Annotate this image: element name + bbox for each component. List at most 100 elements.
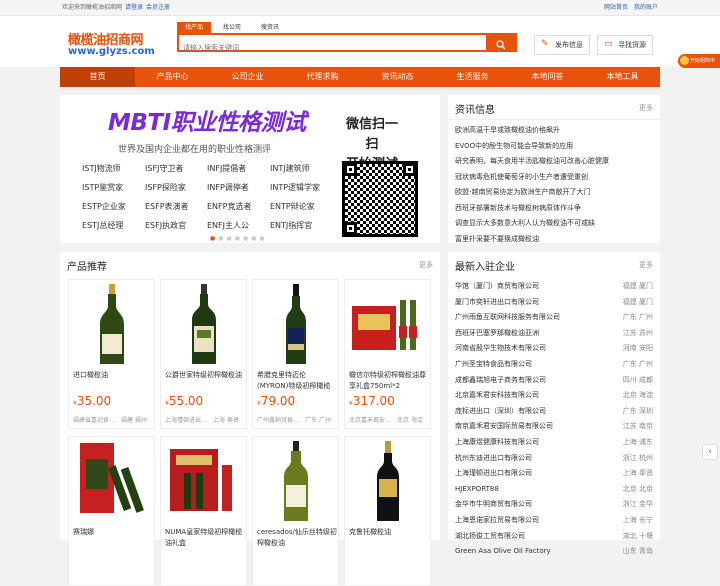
top-bar: 欢迎来到橄榄油招商网 请登录 会员注册 网站首页 我的账户 [0, 0, 720, 16]
mbti-type: ESFP表演者 [145, 202, 189, 211]
nav-qa[interactable]: 本地问答 [510, 67, 585, 87]
search-button[interactable] [486, 35, 515, 50]
news-more-link[interactable]: 更多 [639, 103, 653, 113]
qr-code [342, 161, 418, 237]
product-price: ¥55.00 [165, 394, 204, 408]
product-card[interactable]: 橄信尔特级初榨橄榄油尊享礼盒750ml*2 ¥317.00 北京嘉禾君安… 北京… [344, 279, 431, 429]
company-item[interactable]: Green Asa Olive Oil Factory 山东 青岛 [455, 544, 653, 560]
product-image [345, 282, 430, 368]
news-item[interactable]: 冠状病毒危机使葡萄牙的小生产者遭受重创 [455, 170, 660, 186]
news-item[interactable]: 欧盟-越南贸易协定为欧洲生产商敞开了大门 [455, 185, 660, 201]
company-item[interactable]: 广州雨鱼互联网科技服务有限公司 广东 广州 [455, 310, 653, 326]
products-panel: 产品推荐 更多 进口橄榄油 ¥35.00 福建省嘉记食… 福建 福州 公爵世家特级… [60, 252, 440, 586]
companies-more-link[interactable]: 更多 [639, 260, 653, 270]
search-tab-company[interactable]: 找公司 [215, 22, 249, 33]
home-link[interactable]: 网站首页 [604, 4, 628, 11]
product-image [161, 439, 246, 525]
company-item[interactable]: 北京嘉禾君安科技有限公司 北京 海淀 [455, 388, 653, 404]
products-title: 产品推荐 [67, 262, 107, 273]
site-logo[interactable]: 橄榄油招商网 www.glyzs.com [68, 34, 155, 57]
search-icon [495, 40, 505, 50]
product-image [69, 282, 154, 368]
main-nav: 首页 产品中心 公司企业 代理求购 资讯动态 生活服务 本地问答 本地工具 [60, 67, 660, 87]
search-input[interactable] [179, 40, 479, 56]
product-image [253, 439, 338, 525]
welcome-text: 欢迎来到橄榄油招商网 [62, 4, 123, 11]
float-promo[interactable]: 开始招商中 [678, 54, 720, 68]
company-item[interactable]: 金华市牛明商贸有限公司 浙江 金华 [455, 497, 653, 513]
company-item[interactable]: 西班牙巴塞罗那橄榄油亚洲 江苏 苏州 [455, 326, 653, 342]
product-card[interactable]: 希腊克里特迈伦(MYRON)特级初榨橄榄 ¥79.00 广州鑫纳贸易… 广东 广… [252, 279, 339, 429]
mbti-type: ENFJ主人公 [207, 221, 249, 230]
mbti-type: ESFJ执政官 [145, 221, 187, 230]
edit-icon: ✎ [541, 39, 549, 49]
news-item[interactable]: 西班牙部署新技术与橄榄树病原体作斗争 [455, 201, 660, 217]
company-item[interactable]: 杭州东迪进出口有限公司 浙江 杭州 [455, 451, 653, 467]
banner-title: MBTI职业性格测试 [108, 110, 306, 136]
product-image [69, 439, 154, 525]
mbti-type: ESTP企业家 [82, 202, 126, 211]
company-item[interactable]: 上海康煜健康科技有限公司 上海 浦东 [455, 435, 653, 451]
product-image [161, 282, 246, 368]
nav-agency[interactable]: 代理求购 [285, 67, 360, 87]
product-price: ¥35.00 [73, 394, 112, 408]
side-scroll-button[interactable]: ‹ [702, 444, 718, 460]
product-card[interactable]: 公爵世家特级初榨橄榄油 ¥55.00 上海瑾顿进出… 上海 奉贤 [160, 279, 247, 429]
companies-panel: 最新入驻企业 更多 华馆（厦门）商贸有限公司 福建 厦门 厦门市奕轩进出口有限公司福… [448, 252, 660, 555]
nav-companies[interactable]: 公司企业 [210, 67, 285, 87]
company-item[interactable]: 湖北扬俊工贸有限公司 湖北 十堰 [455, 529, 653, 545]
nav-news[interactable]: 资讯动态 [360, 67, 435, 87]
mbti-type: ENTP辩论家 [270, 202, 315, 211]
company-item[interactable]: 上海恩诺家拉贸易有限公司 上海 长宁 [455, 513, 653, 529]
news-item[interactable]: 富里扑采要不要换成橄榄油 [455, 232, 660, 248]
news-item[interactable]: EVOO中的酚生物可能会导致新的应用 [455, 139, 660, 155]
company-item[interactable]: 华馆（厦门）商贸有限公司 福建 厦门 [455, 279, 653, 295]
news-item[interactable]: 调查显示大多数意大利人认为橄榄油不可或缺 [455, 216, 660, 232]
company-item[interactable]: HJEXPORT88 北京 北京 [455, 482, 653, 498]
nav-products[interactable]: 产品中心 [135, 67, 210, 87]
company-item[interactable]: 厦门市奕轩进出口有限公司 福建 厦门 [455, 295, 653, 311]
company-item[interactable]: 南京嘉禾君安国际贸易有限公司 江苏 南京 [455, 419, 653, 435]
search-tab-news[interactable]: 搜资讯 [253, 22, 287, 33]
banner-dots[interactable]: ●●●●●●● [210, 235, 268, 242]
banner-subtitle: 世界及国内企业都在用的职业性格测评 [118, 145, 272, 155]
nav-life[interactable]: 生活服务 [435, 67, 510, 87]
companies-title: 最新入驻企业 [455, 262, 515, 273]
company-item[interactable]: 成都鑫瑞旭电子商务有限公司 四川 成都 [455, 373, 653, 389]
news-item[interactable]: 研究表明，每天食用半汤匙橄榄油可改善心脏健康 [455, 154, 660, 170]
chevron-left-icon: ‹ [708, 447, 712, 457]
header: 橄榄油招商网 www.glyzs.com 找产品 找公司 搜资讯 ✎发布信息 ▭… [0, 16, 720, 67]
mbti-type: INTJ建筑师 [270, 164, 310, 173]
product-card[interactable]: 克鲁托橄榄油 [344, 436, 431, 586]
register-link[interactable]: 会员注册 [146, 4, 170, 11]
news-title: 资讯信息 [455, 105, 495, 116]
search-tab-product[interactable]: 找产品 [177, 22, 211, 33]
mbti-type: INFJ提倡者 [207, 164, 247, 173]
folder-icon: ▭ [604, 39, 613, 49]
company-item[interactable]: 河南省殷华生物技术有限公司 河南 安阳 [455, 341, 653, 357]
product-price: ¥317.00 [349, 394, 395, 408]
account-link[interactable]: 我的账户 [634, 4, 658, 11]
mbti-type: INTP逻辑学家 [270, 183, 321, 192]
nav-home[interactable]: 首页 [60, 67, 135, 87]
login-link[interactable]: 请登录 [125, 4, 143, 11]
news-item[interactable]: 欧洲高温干旱或致橄榄油价格飙升 [455, 123, 660, 139]
company-item[interactable]: 庞标进出口（深圳）有限公司 广东 深圳 [455, 404, 653, 420]
product-card[interactable]: ceresados/仙乐丝特级初榨橄榄油 [252, 436, 339, 586]
product-card[interactable]: 赛瑞娜 [68, 436, 155, 586]
product-image [345, 439, 430, 525]
banner[interactable]: MBTI职业性格测试 世界及国内企业都在用的职业性格测评 ISTJ物流师 ISF… [60, 95, 440, 243]
find-source-button[interactable]: ▭ 寻找货源 [597, 35, 653, 55]
company-item[interactable]: 广州圣宝特食品有限公司 广东 广州 [455, 357, 653, 373]
product-price: ¥79.00 [257, 394, 296, 408]
product-image [253, 282, 338, 368]
coin-icon [680, 56, 689, 65]
company-item[interactable]: 上海瑾顿进出口有限公司 上海 奉贤 [455, 466, 653, 482]
product-card[interactable]: 进口橄榄油 ¥35.00 福建省嘉记食… 福建 福州 [68, 279, 155, 429]
mbti-type: ISTP鉴赏家 [82, 183, 124, 192]
product-card[interactable]: NUMA皇家特级初榨橄榄油礼盒 [160, 436, 247, 586]
post-info-button[interactable]: ✎ 发布信息 [534, 35, 590, 55]
products-more-link[interactable]: 更多 [419, 260, 433, 270]
nav-tools[interactable]: 本地工具 [585, 67, 660, 87]
mbti-type: INFP调停者 [207, 183, 249, 192]
